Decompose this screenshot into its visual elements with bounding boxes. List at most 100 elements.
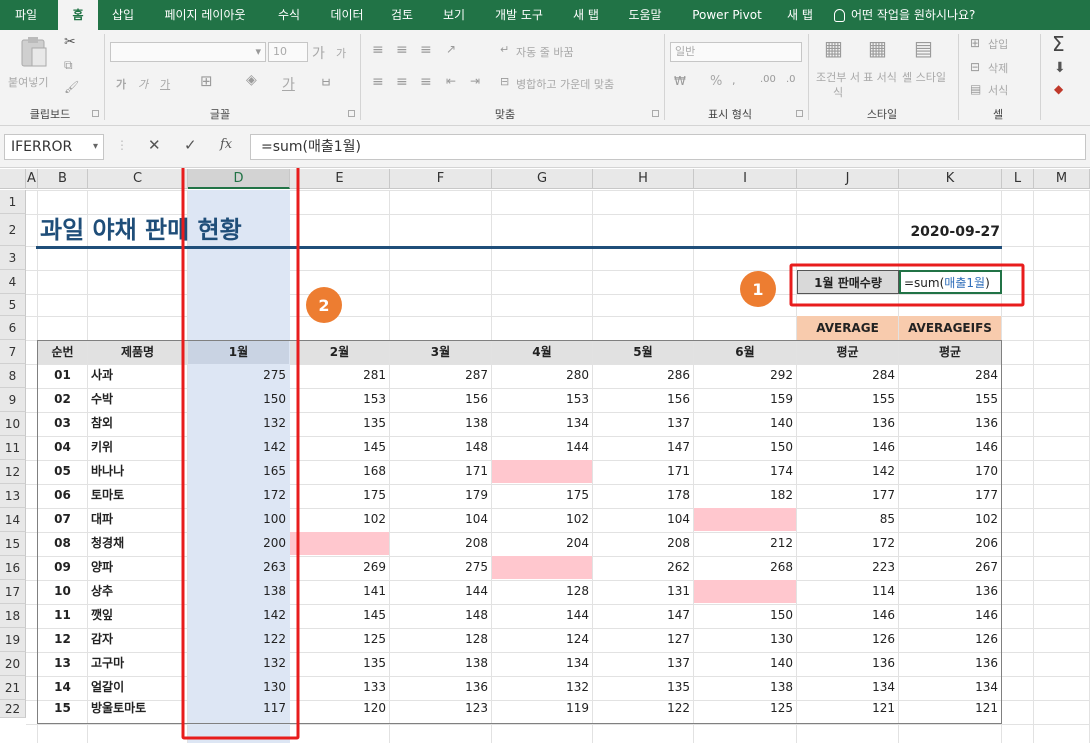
column-header-k[interactable]: K (899, 169, 1002, 189)
cell-styles-button[interactable]: 셀 스타일 (902, 70, 946, 85)
autosum-icon[interactable]: Σ (1052, 32, 1065, 56)
tab-home[interactable]: 홈 (58, 0, 98, 30)
insert-function-button[interactable]: fx (220, 137, 232, 152)
copy-icon[interactable]: ⧉ (64, 58, 73, 73)
font-color-button[interactable]: 가 (282, 74, 295, 94)
decrease-decimal-icon[interactable]: .0 (786, 74, 796, 85)
format-table-icon[interactable]: ▦ (868, 36, 887, 60)
row-header-13[interactable]: 13 (0, 484, 26, 508)
tab-formulas[interactable]: 수식 (267, 0, 311, 30)
tab-page-layout[interactable]: 페이지 레이아웃 (155, 0, 255, 30)
delete-cells-button[interactable]: 삭제 (988, 60, 1008, 76)
column-header-h[interactable]: H (593, 169, 694, 189)
tab-insert[interactable]: 삽입 (104, 0, 142, 30)
active-cell-k4[interactable]: =sum(매출1월) (899, 270, 1002, 294)
indent-increase-icon[interactable]: ⇥ (470, 74, 480, 88)
enter-button[interactable]: ✓ (184, 136, 197, 154)
row-header-19[interactable]: 19 (0, 628, 26, 652)
clipboard-launcher-icon[interactable] (92, 110, 99, 117)
comma-style-icon[interactable]: , (732, 74, 736, 87)
column-header-m[interactable]: M (1034, 169, 1090, 189)
row-header-20[interactable]: 20 (0, 652, 26, 676)
format-table-button[interactable]: 표 서식 (862, 70, 898, 85)
borders-icon[interactable]: ⊞ (200, 72, 213, 90)
row-header-21[interactable]: 21 (0, 676, 26, 700)
fill-icon[interactable]: ⬇ (1054, 60, 1066, 76)
align-left-icon[interactable]: ≡ (372, 74, 384, 90)
column-header-b[interactable]: B (38, 169, 88, 189)
row-header-14[interactable]: 14 (0, 508, 26, 532)
column-header-g[interactable]: G (492, 169, 593, 189)
row-header-4[interactable]: 4 (0, 270, 26, 294)
italic-button[interactable]: 가 (138, 76, 148, 92)
column-header-f[interactable]: F (390, 169, 492, 189)
tell-me-search[interactable]: 어떤 작업을 원하시나요? (834, 0, 1006, 30)
align-center-icon[interactable]: ≡ (396, 74, 408, 90)
tab-power-pivot[interactable]: Power Pivot (684, 0, 770, 30)
align-right-icon[interactable]: ≡ (420, 74, 432, 90)
font-size-combo[interactable]: 10 (268, 42, 308, 62)
tab-data[interactable]: 데이터 (324, 0, 370, 30)
font-launcher-icon[interactable] (348, 110, 355, 117)
indent-decrease-icon[interactable]: ⇤ (446, 74, 456, 88)
alignment-launcher-icon[interactable] (652, 110, 659, 117)
accounting-format-icon[interactable]: ₩ (674, 74, 686, 88)
wrap-text-button[interactable]: 자동 줄 바꿈 (516, 44, 574, 60)
tab-file[interactable]: 파일 (0, 0, 52, 30)
formula-input[interactable]: =sum(매출1월) (250, 134, 1086, 160)
column-header-a[interactable]: A (26, 169, 38, 189)
worksheet-grid[interactable]: ABCDEFGHIJKLM 1 2 3 4 5 6 7 8 9 10 11 12 13 14 15 16 17 1… (0, 168, 1090, 743)
shrink-font-button[interactable]: 가 (336, 45, 346, 61)
row-header-6[interactable]: 6 (0, 316, 26, 340)
column-header-i[interactable]: I (694, 169, 797, 189)
select-all-corner[interactable] (0, 169, 26, 189)
paste-button[interactable]: 붙여넣기 (8, 34, 58, 100)
row-header-18[interactable]: 18 (0, 604, 26, 628)
cell-styles-icon[interactable]: ▤ (914, 36, 933, 60)
row-header-17[interactable]: 17 (0, 580, 26, 604)
font-name-combo[interactable]: ▾ (110, 42, 266, 62)
column-header-e[interactable]: E (290, 169, 390, 189)
chevron-down-icon[interactable]: ▾ (93, 135, 98, 159)
conditional-format-icon[interactable]: ▦ (824, 36, 843, 60)
row-header-8[interactable]: 8 (0, 364, 26, 388)
format-cells-button[interactable]: 서식 (988, 82, 1008, 98)
row-header-2[interactable]: 2 (0, 214, 26, 246)
number-launcher-icon[interactable] (796, 110, 803, 117)
row-header-9[interactable]: 9 (0, 388, 26, 412)
number-format-combo[interactable]: 일반 (670, 42, 802, 62)
tab-developer[interactable]: 개발 도구 (485, 0, 553, 30)
row-header-11[interactable]: 11 (0, 436, 26, 460)
row-header-12[interactable]: 12 (0, 460, 26, 484)
bold-button[interactable]: 가 (116, 76, 126, 92)
phonetic-icon[interactable]: ㅂ (320, 72, 332, 91)
column-header-c[interactable]: C (88, 169, 188, 189)
percent-button[interactable]: % (710, 74, 722, 89)
name-box[interactable]: IFERROR ▾ (4, 134, 104, 160)
tab-new-2[interactable]: 새 탭 (780, 0, 820, 30)
row-header-15[interactable]: 15 (0, 532, 26, 556)
column-header-l[interactable]: L (1002, 169, 1034, 189)
row-header-1[interactable]: 1 (0, 190, 26, 214)
wrap-text-icon[interactable]: ↵ (500, 43, 509, 56)
underline-button[interactable]: 가 (160, 76, 170, 92)
cancel-button[interactable]: ✕ (148, 136, 161, 154)
increase-decimal-icon[interactable]: .00 (760, 74, 776, 85)
tab-new-1[interactable]: 새 탭 (566, 0, 606, 30)
row-header-7[interactable]: 7 (0, 340, 26, 364)
align-middle-icon[interactable]: ≡ (396, 42, 408, 58)
column-header-j[interactable]: J (797, 169, 899, 189)
format-painter-icon[interactable]: 🖌 (64, 80, 79, 94)
column-header-d[interactable]: D (188, 169, 290, 189)
align-bottom-icon[interactable]: ≡ (420, 42, 432, 58)
insert-cells-button[interactable]: 삽입 (988, 36, 1008, 52)
fill-color-icon[interactable]: ◈ (246, 72, 257, 88)
row-header-16[interactable]: 16 (0, 556, 26, 580)
row-header-10[interactable]: 10 (0, 412, 26, 436)
conditional-format-button[interactable]: 조건부 서식 (816, 70, 860, 100)
tab-view[interactable]: 보기 (434, 0, 474, 30)
cut-icon[interactable]: ✂ (64, 34, 76, 50)
orientation-icon[interactable]: ↗ (446, 42, 456, 56)
align-top-icon[interactable]: ≡ (372, 42, 384, 58)
merge-center-button[interactable]: 병합하고 가운데 맞춤 (516, 76, 614, 92)
